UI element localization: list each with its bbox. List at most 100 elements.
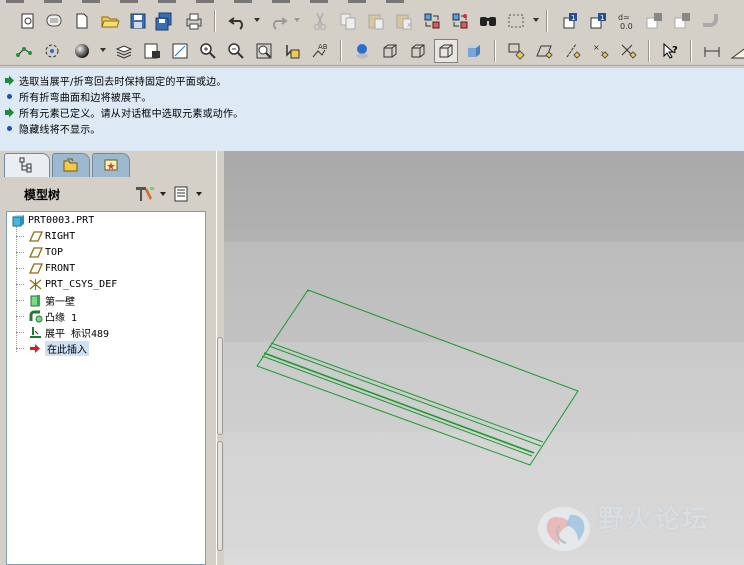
message-line: 所有元素已定义。请从对话框中选取元素或动作。 (4, 104, 243, 120)
separator (546, 10, 548, 32)
prompt-arrow-icon (4, 107, 15, 118)
panel-splitter[interactable] (216, 151, 224, 565)
datum-planes-display-icon[interactable] (504, 39, 528, 63)
datum-axes-display-icon[interactable] (532, 39, 556, 63)
splitter-handle[interactable] (217, 441, 223, 551)
separator (340, 40, 342, 62)
message-text: 所有折弯曲面和边将被展平。 (19, 92, 152, 104)
spin-center-icon[interactable] (40, 39, 64, 63)
datum-axis-display-icon[interactable] (12, 39, 36, 63)
tree-branch (16, 252, 24, 253)
open-icon[interactable] (98, 9, 122, 33)
unbend-icon (27, 325, 43, 339)
model-tree-header: 模型树 (0, 177, 216, 209)
regen-manager-icon[interactable] (448, 9, 472, 33)
separator (494, 40, 496, 62)
reorient-icon[interactable] (280, 39, 304, 63)
undo-dropdown-icon[interactable] (254, 18, 260, 22)
tree-item-label: 凸缘 1 (45, 312, 78, 324)
copy-icon[interactable] (336, 9, 360, 33)
hidden-line-icon[interactable] (406, 39, 430, 63)
shade-sphere-icon[interactable] (70, 39, 94, 63)
parameters-icon[interactable] (642, 9, 666, 33)
zoom-in-icon[interactable] (196, 39, 220, 63)
tree-branch (16, 268, 24, 269)
tree-branch (16, 332, 24, 333)
coordinate-display-icon[interactable] (616, 39, 640, 63)
refit-icon[interactable] (252, 39, 276, 63)
navigator-panel: 模型树 PRT0003.PRT RIGHT TOP FRONT PRT_CSYS… (0, 151, 216, 565)
regenerate-icon[interactable] (420, 9, 444, 33)
select-box-icon[interactable] (504, 9, 528, 33)
tree-branch (16, 316, 24, 317)
tab-favorites[interactable] (92, 153, 130, 177)
tree-item-csys[interactable]: PRT_CSYS_DEF (27, 276, 117, 292)
message-area: 选取当展平/折弯回去时保持固定的平面或边。 所有折弯曲面和边将被展平。 所有元素… (0, 67, 744, 151)
tree-item-unbend[interactable]: 展平 标识489 (27, 324, 109, 340)
csys-icon (27, 277, 43, 291)
save-icon[interactable] (126, 9, 150, 33)
new-icon[interactable] (16, 9, 40, 33)
saved-views-icon[interactable] (168, 39, 192, 63)
save-copy-icon[interactable] (152, 9, 176, 33)
tree-item-front[interactable]: FRONT (27, 260, 75, 276)
flange-icon (27, 309, 43, 323)
named-view-icon[interactable]: AB (308, 39, 332, 63)
layer-icon[interactable] (670, 9, 694, 33)
pipe-icon[interactable] (698, 9, 722, 33)
shade-dropdown-icon[interactable] (100, 48, 106, 52)
view-toolbar: AB ×× ? (0, 36, 744, 66)
ruler-icon[interactable] (728, 39, 744, 63)
family-table-icon[interactable]: 1 (586, 9, 610, 33)
tree-item-flange[interactable]: 凸缘 1 (27, 308, 77, 324)
point-display-icon[interactable] (560, 39, 584, 63)
tree-item-first-wall[interactable]: 第一壁 (27, 292, 75, 308)
tree-root[interactable]: PRT0003.PRT (10, 212, 94, 228)
redo-icon[interactable] (266, 9, 290, 33)
model-tree-icon (19, 157, 32, 173)
csys-display-icon[interactable]: ×× (588, 39, 612, 63)
svg-text:d=: d= (618, 13, 630, 22)
paste-icon[interactable] (364, 9, 388, 33)
bend-line (270, 342, 544, 443)
view-manager-icon[interactable] (140, 39, 164, 63)
tree-show-button[interactable] (172, 184, 208, 204)
layers-icon[interactable] (112, 39, 136, 63)
tree-item-insert-here[interactable]: 在此插入 (27, 340, 89, 356)
window-activate-icon[interactable]: 1 (558, 9, 582, 33)
no-hidden-icon[interactable] (434, 39, 458, 63)
zoom-out-icon[interactable] (224, 39, 248, 63)
new-page-icon[interactable] (42, 9, 66, 33)
splitter-handle[interactable] (217, 337, 223, 435)
datum-plane-icon (27, 229, 43, 243)
tree-item-right[interactable]: RIGHT (27, 228, 75, 244)
undo-icon[interactable] (226, 9, 250, 33)
shaded-cube-icon[interactable] (462, 39, 486, 63)
insert-here-arrow-icon (27, 341, 43, 355)
new-file-icon[interactable] (70, 9, 94, 33)
tree-item-top[interactable]: TOP (27, 244, 63, 260)
relations-icon[interactable]: d= 0.0 (614, 9, 638, 33)
chevron-down-icon (160, 192, 166, 196)
first-wall-icon (27, 293, 43, 307)
find-icon[interactable] (476, 9, 500, 33)
redo-dropdown-icon[interactable] (294, 18, 300, 22)
select-dropdown-icon[interactable] (533, 18, 539, 22)
bend-line (261, 355, 533, 457)
measure-icon[interactable] (700, 39, 724, 63)
model-tree[interactable]: PRT0003.PRT RIGHT TOP FRONT PRT_CSYS_DEF… (6, 211, 206, 565)
watermark-url: www.proewildfire.cn (604, 539, 725, 552)
tree-settings-button[interactable] (134, 184, 168, 204)
model-tree-title: 模型树 (24, 188, 61, 202)
cut-icon[interactable] (308, 9, 332, 33)
paste-special-icon[interactable]: x (392, 9, 416, 33)
wireframe-icon[interactable] (378, 39, 402, 63)
shading-icon[interactable] (350, 39, 374, 63)
svg-text:1: 1 (571, 14, 575, 22)
whats-this-icon[interactable]: ? (658, 39, 682, 63)
tree-item-label: PRT0003.PRT (28, 214, 95, 226)
tab-folder-browser[interactable] (52, 153, 90, 177)
tab-model-tree[interactable] (4, 153, 50, 177)
print-icon[interactable] (182, 9, 206, 33)
tree-show-icon (174, 186, 188, 202)
